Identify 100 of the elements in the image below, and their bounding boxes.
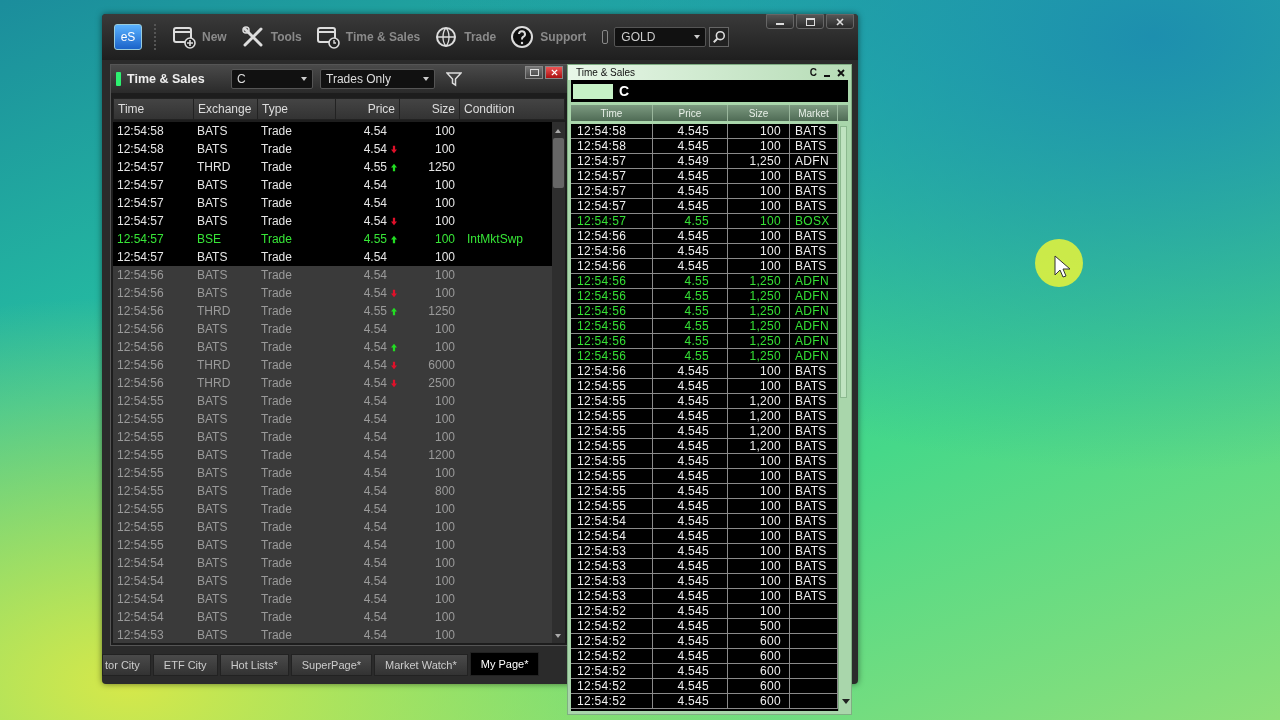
table-cell: 100: [728, 259, 790, 273]
symbol-dropdown[interactable]: GOLD: [614, 27, 707, 47]
table-cell: 1,250: [728, 349, 790, 363]
table-cell-text: Trade: [260, 160, 293, 174]
table-cell: 12:54:53: [571, 559, 653, 573]
table-cell: 4.545: [653, 514, 728, 528]
column-header[interactable]: Size: [728, 105, 790, 121]
toolbar-button[interactable]: New: [172, 25, 227, 49]
table-cell: BATS: [795, 364, 827, 378]
table-cell-text: 12:54:57: [116, 250, 165, 264]
table-cell: 12:54:56: [571, 289, 653, 303]
table-cell-text: THRD: [196, 358, 232, 372]
filter-dropdown[interactable]: Trades Only: [320, 69, 435, 89]
scrollbar[interactable]: [838, 124, 848, 711]
table-cell: 100: [728, 514, 790, 528]
table-cell: 4.545: [653, 664, 728, 678]
search-button[interactable]: [709, 27, 730, 47]
table-cell-text: 100: [433, 556, 456, 570]
toolbar-button[interactable]: Trade: [434, 25, 497, 49]
table-cell-text: THRD: [196, 304, 232, 318]
table-cell-text: Trade: [260, 358, 293, 372]
table-cell: 100: [728, 529, 790, 543]
table-cell-text: 100: [433, 286, 456, 300]
table-cell-text: 12:54:56: [116, 304, 165, 318]
page-tab[interactable]: My Page*: [469, 652, 540, 676]
new-window-icon: [172, 25, 196, 49]
symbol-dropdown[interactable]: C: [231, 69, 313, 89]
column-header[interactable]: Time: [114, 99, 194, 119]
table-cell: 12:54:52: [571, 664, 653, 678]
table-cell-text: Trade: [260, 286, 293, 300]
table-cell-text: 12:54:58: [116, 124, 165, 138]
table-cell: 4.545: [653, 649, 728, 663]
page-tab[interactable]: ETF City: [152, 654, 218, 676]
help-icon: [510, 25, 535, 49]
table-cell: 4.545: [653, 139, 728, 153]
table-cell: 12:54:52: [571, 679, 653, 693]
table-cell-text: 4.54: [362, 574, 388, 588]
table-cell-text: 4.54: [362, 592, 388, 606]
table-cell-text: 4.54: [362, 538, 388, 552]
table-cell-text: 12:54:55: [116, 448, 165, 462]
table-cell-text: BATS: [196, 412, 229, 426]
table-cell-text: 100: [433, 268, 456, 282]
table-cell: 12:54:54: [571, 529, 653, 543]
table-cell: 4.545: [653, 634, 728, 648]
column-header[interactable]: Size: [400, 99, 460, 119]
toolbar-button[interactable]: Support: [510, 25, 587, 49]
page-tab[interactable]: SuperPage*: [290, 654, 373, 676]
table-cell-text: BATS: [196, 484, 229, 498]
symbol-input[interactable]: [573, 83, 613, 99]
table-cell: BATS: [795, 169, 827, 183]
toolbar-button[interactable]: Time & Sales: [315, 25, 421, 49]
column-header[interactable]: Exchange: [194, 99, 258, 119]
table-cell: 12:54:55: [571, 484, 653, 498]
table-cell: 4.545: [653, 379, 728, 393]
restore-button[interactable]: [525, 66, 543, 79]
column-header[interactable]: Price: [336, 99, 400, 119]
column-header[interactable]: Price: [653, 105, 728, 121]
table-cell: 4.545: [653, 589, 728, 603]
table-cell-text: 4.54: [362, 412, 388, 426]
table-cell-text: Trade: [260, 214, 293, 228]
table-cell-text: BATS: [196, 628, 229, 642]
table-cell-text: IntMktSwp: [466, 232, 524, 246]
column-header[interactable]: Condition: [460, 99, 564, 119]
toolbar-button[interactable]: Tools: [240, 25, 302, 49]
close-button[interactable]: [835, 66, 847, 79]
table-cell-text: 4.54: [362, 376, 388, 390]
column-header[interactable]: Time: [571, 105, 653, 121]
link-button[interactable]: C: [807, 66, 819, 79]
table-cell: 4.55: [653, 304, 728, 318]
table-cell: 4.55: [653, 334, 728, 348]
column-header[interactable]: Type: [258, 99, 336, 119]
table-cell: 12:54:56: [571, 259, 653, 273]
column-header[interactable]: Market: [790, 105, 838, 121]
page-tab[interactable]: Hot Lists*: [219, 654, 289, 676]
page-tab[interactable]: tor City: [102, 654, 151, 676]
close-button[interactable]: [826, 14, 854, 29]
filter-icon[interactable]: [446, 71, 462, 87]
table-cell: BATS: [795, 199, 827, 213]
table-cell-text: 4.54: [362, 448, 388, 462]
table-cell-text: 12:54:57: [116, 196, 165, 210]
table-cell-text: Trade: [260, 610, 293, 624]
app-logo[interactable]: eS: [114, 24, 142, 50]
table-cell: 4.545: [653, 454, 728, 468]
table-cell-text: 100: [433, 520, 456, 534]
table-cell-text: 100: [433, 196, 456, 210]
clock-window-icon: [315, 25, 340, 49]
table-cell-text: Trade: [260, 466, 293, 480]
table-cell: 1,200: [728, 439, 790, 453]
table-cell: 600: [728, 694, 790, 708]
table-cell: 4.545: [653, 124, 728, 138]
scrollbar[interactable]: [552, 122, 565, 643]
minimize-button[interactable]: [766, 14, 794, 29]
table-cell-text: 4.54: [362, 610, 388, 624]
page-tab[interactable]: Market Watch*: [374, 654, 468, 676]
close-button[interactable]: [545, 66, 563, 79]
table-cell: 12:54:55: [571, 379, 653, 393]
table-cell-text: 4.54: [362, 556, 388, 570]
table-cell-text: BATS: [196, 286, 229, 300]
table-cell-text: 800: [433, 484, 456, 498]
maximize-button[interactable]: [796, 14, 824, 29]
